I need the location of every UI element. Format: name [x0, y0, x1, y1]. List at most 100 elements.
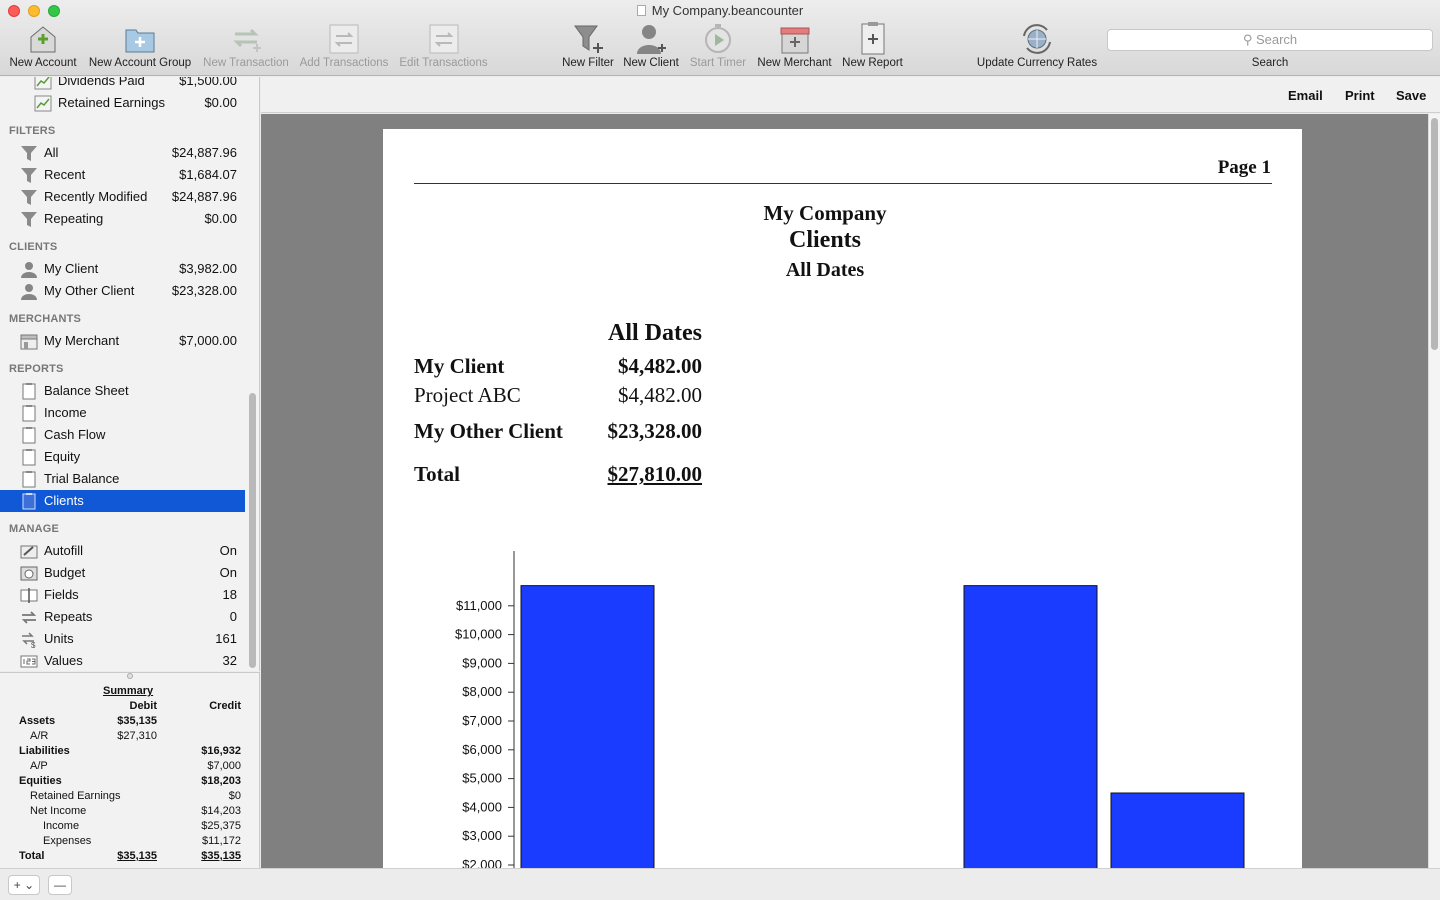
sidebar-item-manage-units[interactable]: $ Units 161 — [0, 628, 245, 650]
sidebar-item-merchant-my-merchant[interactable]: My Merchant $7,000.00 — [0, 330, 245, 352]
report-icon — [22, 427, 36, 444]
summary-header-row: Summary — [0, 684, 260, 699]
summary-row-credit: $14,203 — [201, 805, 241, 817]
y-tick-label: $9,000 — [462, 655, 502, 670]
sidebar-item-value: $1,500.00 — [179, 77, 237, 88]
add-transactions-label: Add Transactions — [299, 57, 389, 69]
y-tick-label: $2,000 — [462, 857, 502, 868]
sidebar-item-value: $1,684.07 — [179, 167, 237, 182]
new-report-button[interactable]: New Report — [841, 22, 904, 74]
report-page: Page 1 My Company Clients All Dates All … — [383, 129, 1302, 868]
sidebar-item-label: My Client — [44, 261, 99, 276]
update-currency-rates-label: Update Currency Rates — [976, 57, 1098, 69]
add-menu-button[interactable]: + ⌄ — [8, 875, 40, 895]
new-client-button[interactable]: New Client — [622, 22, 680, 74]
sidebar-item-filter-recent[interactable]: Recent $1,684.07 — [0, 164, 245, 186]
remove-button[interactable]: — — [48, 875, 72, 895]
summary-row-label: Total — [19, 850, 45, 862]
sidebar-item-filter-recently-modified[interactable]: Recently Modified $24,887.96 — [0, 186, 245, 208]
report-company: My Company — [763, 201, 887, 225]
sidebar-item-report-cash-flow[interactable]: Cash Flow — [0, 424, 245, 446]
new-client-icon — [637, 25, 666, 54]
new-account-label: New Account — [9, 57, 77, 69]
start-timer-icon — [705, 24, 731, 53]
summary-row: Net Income $14,203 — [0, 804, 260, 819]
new-account-group-icon — [125, 29, 155, 53]
viewer-scrollbar[interactable] — [1428, 114, 1440, 868]
report-title: Clients — [789, 227, 861, 253]
summary-row-label: A/P — [30, 760, 48, 772]
svg-text:$: $ — [31, 641, 36, 648]
y-tick-label: $11,000 — [456, 598, 502, 613]
sidebar-item-report-balance-sheet[interactable]: Balance Sheet — [0, 380, 245, 402]
new-merchant-button[interactable]: New Merchant — [756, 22, 833, 74]
edit-transactions-button[interactable]: Edit Transactions — [398, 22, 489, 74]
sidebar-item-manage-repeats[interactable]: Repeats 0 — [0, 606, 245, 628]
summary-row: Liabilities $16,932 — [0, 744, 260, 759]
print-button[interactable]: Print — [1345, 88, 1375, 103]
report-icon — [22, 405, 36, 422]
summary-row-label: Assets — [19, 715, 56, 727]
edit-transactions-icon — [429, 24, 458, 54]
email-button[interactable]: Email — [1288, 88, 1323, 103]
summary-row: Retained Earnings $0 — [0, 789, 260, 804]
summary-row-debit: $35,135 — [117, 850, 157, 862]
sidebar-item-label: Recent — [44, 167, 86, 182]
new-report-icon — [861, 22, 884, 55]
summary-row: Equities $18,203 — [0, 774, 260, 789]
sidebar-item-manage-autofill[interactable]: Autofill On — [0, 540, 245, 562]
sidebar-item-manage-budget[interactable]: Budget On — [0, 562, 245, 584]
update-currency-rates-button[interactable]: Update Currency Rates — [975, 22, 1099, 74]
sidebar-item-filter-repeating[interactable]: Repeating $0.00 — [0, 208, 245, 230]
splitter-handle[interactable] — [127, 673, 133, 679]
merchant-icon — [20, 334, 38, 350]
add-transactions-button[interactable]: Add Transactions — [298, 22, 390, 74]
summary-row-credit: $18,203 — [201, 775, 241, 787]
y-tick-label: $7,000 — [462, 713, 502, 728]
sidebar-item-report-income[interactable]: Income — [0, 402, 245, 424]
sidebar-item-value: On — [219, 543, 237, 558]
new-filter-button[interactable]: New Filter — [561, 22, 615, 74]
viewer-scrollbar-thumb[interactable] — [1431, 118, 1438, 350]
remove-label: — — [54, 878, 66, 892]
start-timer-button[interactable]: Start Timer — [688, 22, 748, 74]
new-transaction-button[interactable]: New Transaction — [202, 22, 290, 74]
report-row-amount: $4,482.00 — [618, 354, 702, 378]
sidebar-item-manage-values[interactable]: Values 32 — [0, 650, 245, 671]
save-button[interactable]: Save — [1396, 88, 1426, 103]
window-title-text: My Company.beancounter — [651, 3, 804, 18]
sidebar-item-filter-all[interactable]: All $24,887.96 — [0, 142, 245, 164]
y-tick-label: $8,000 — [462, 684, 502, 699]
y-tick-label: $3,000 — [462, 828, 502, 843]
sidebar-item-value: $24,887.96 — [171, 189, 237, 204]
add-menu-label: + ⌄ — [13, 878, 35, 892]
new-account-group-label: New Account Group — [88, 57, 192, 69]
page-number: Page 1 — [1217, 157, 1271, 178]
new-account-button[interactable]: New Account — [8, 22, 78, 74]
sidebar-item-client-my-other-client[interactable]: My Other Client $23,328.00 — [0, 280, 245, 302]
sidebar-item-retained-earnings[interactable]: Retained Earnings $0.00 — [0, 92, 245, 114]
budget-icon — [20, 566, 38, 581]
chart-bar — [520, 585, 655, 868]
summary-row: A/P $7,000 — [0, 759, 260, 774]
header-rule — [414, 183, 1272, 184]
sidebar-item-report-equity[interactable]: Equity — [0, 446, 245, 468]
sidebar-item-label: Balance Sheet — [44, 383, 129, 398]
sidebar-item-dividends-paid[interactable]: Dividends Paid $1,500.00 — [0, 77, 245, 92]
new-account-group-button[interactable]: New Account Group — [87, 22, 193, 74]
summary-row: Total $35,135 $35,135 — [0, 849, 260, 864]
summary-row-label: Equities — [19, 775, 62, 787]
credit-header: Credit — [209, 700, 241, 712]
report-total-label: Total — [414, 462, 460, 486]
sidebar-item-manage-fields[interactable]: Fields 18 — [0, 584, 245, 606]
sidebar-item-label: Budget — [44, 565, 86, 580]
sidebar-item-report-clients[interactable]: Clients — [0, 490, 245, 512]
sidebar-item-value: $23,328.00 — [171, 283, 237, 298]
report-preview: Page 1 My Company Clients All Dates All … — [261, 114, 1428, 868]
sidebar-item-client-my-client[interactable]: My Client $3,982.00 — [0, 258, 245, 280]
sidebar-scrollbar[interactable] — [249, 393, 256, 668]
sidebar-item-report-trial-balance[interactable]: Trial Balance — [0, 468, 245, 490]
sidebar-item-value: $0.00 — [204, 95, 237, 110]
column-header: All Dates — [608, 320, 702, 346]
search-input[interactable]: ⚲ Search — [1107, 29, 1433, 51]
